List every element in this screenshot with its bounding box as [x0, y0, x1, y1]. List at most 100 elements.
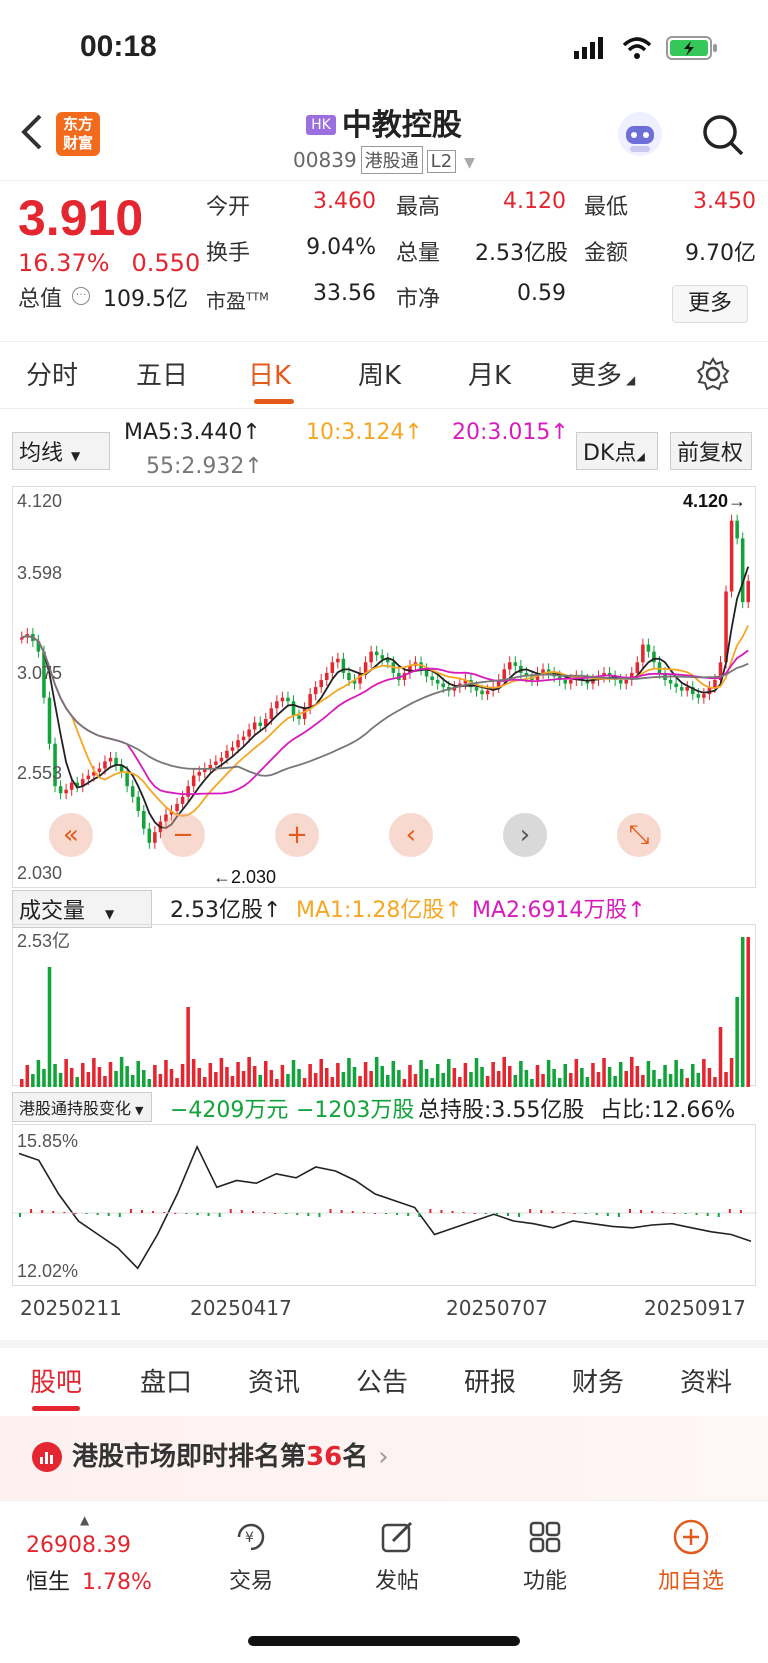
tab-intraday[interactable]: 分时 — [26, 355, 78, 392]
holding-change-bar — [473, 1213, 476, 1214]
tab-announcements[interactable]: 公告 — [356, 1362, 408, 1399]
rewind-button[interactable]: « — [49, 813, 93, 857]
date-tick-3: 20250707 — [446, 1296, 548, 1320]
kline-candle — [252, 722, 257, 730]
volume-selector[interactable]: 成交量 ▼ — [12, 890, 152, 928]
volume-bar — [286, 1074, 290, 1087]
index-ticker[interactable]: ▲ 26908.39 恒生 1.78% — [26, 1513, 176, 1596]
holding-change-bar — [418, 1213, 421, 1217]
tab-research[interactable]: 研报 — [464, 1362, 516, 1399]
assistant-robot-icon[interactable] — [616, 110, 664, 158]
scroll-left-button[interactable]: ‹ — [389, 813, 433, 857]
zoom-in-button[interactable]: + — [275, 813, 319, 857]
last-price: 3.910 — [18, 190, 144, 246]
tab-5day[interactable]: 五日 — [136, 355, 188, 392]
kline-candle — [103, 761, 107, 769]
volume-bar — [25, 1065, 30, 1087]
holding-change-bar — [107, 1213, 110, 1216]
volume-bar — [707, 1068, 712, 1087]
volume-bar — [58, 1073, 63, 1087]
volume-bar — [535, 1065, 540, 1087]
add-watchlist-button[interactable]: 加自选 — [636, 1517, 746, 1595]
holding-y-top: 15.85% — [17, 1131, 79, 1151]
volume-bar — [180, 1064, 185, 1087]
kline-chart[interactable]: 4.120 3.598 3.075 2.553 2.030 4.120→ ←2.… — [12, 486, 756, 888]
ma-selector[interactable]: 均线 ▼ — [12, 432, 110, 470]
post-button[interactable]: 发帖 — [342, 1517, 452, 1595]
volume-bar — [280, 1065, 285, 1087]
volume-bar — [580, 1068, 584, 1087]
holding-change-bar — [85, 1213, 88, 1214]
volume-bar — [230, 1076, 235, 1087]
zoom-out-button[interactable]: − — [161, 813, 205, 857]
holding-chart[interactable]: 15.85% 12.02% — [12, 1124, 757, 1286]
tab-daily-k[interactable]: 日K — [248, 355, 291, 392]
functions-button[interactable]: 功能 — [490, 1517, 600, 1595]
pe-value: 33.56 — [313, 281, 376, 306]
holding-change-bar — [440, 1210, 443, 1213]
volume-bar — [552, 1069, 556, 1087]
info-icon[interactable]: ··· — [72, 287, 90, 305]
volume-bar — [702, 1059, 706, 1087]
scroll-right-button[interactable]: › — [503, 813, 547, 857]
max-marker: 4.120→ — [683, 491, 747, 511]
kline-candle — [729, 520, 734, 592]
volume-bar — [569, 1073, 573, 1087]
quote-panel: 3.910 16.37% 0.550 今开 3.460 最高 4.120 最低 3… — [0, 180, 768, 342]
fullscreen-button[interactable]: ⤡ — [617, 813, 661, 857]
kline-candle — [191, 775, 196, 787]
holding-change-bar — [396, 1213, 399, 1215]
tab-monthly-k[interactable]: 月K — [468, 355, 511, 392]
battery-icon — [666, 36, 717, 60]
yen-cycle-icon: ¥ — [237, 1523, 265, 1551]
kline-candle — [247, 729, 251, 737]
volume-chart[interactable]: 2.53亿 — [12, 924, 756, 1087]
wifi-icon — [622, 37, 652, 59]
kline-candle — [624, 680, 628, 684]
volume-bar — [413, 1074, 418, 1087]
kline-candle — [563, 680, 567, 684]
low-value: 3.450 — [693, 189, 756, 214]
holding-selector[interactable]: 港股通持股变化 ▼ — [12, 1092, 152, 1122]
holding-change-bar — [651, 1211, 654, 1213]
hk-badge: HK — [306, 115, 336, 135]
stock-name: 中教控股 — [341, 108, 462, 143]
volume-bar — [119, 1057, 124, 1087]
volume-bar — [147, 1079, 152, 1087]
tab-profile[interactable]: 资料 — [680, 1362, 732, 1399]
mktcap-value: 109.5亿 — [103, 287, 188, 312]
volume-bar — [630, 1057, 634, 1087]
amount-value: 9.70亿 — [685, 241, 756, 266]
volume-bar — [130, 1075, 135, 1087]
ma55-value: 55:2.932↑ — [146, 454, 263, 479]
holding-change-bar — [584, 1213, 587, 1214]
dk-button[interactable]: DK点◢ — [576, 432, 658, 470]
holding-change-bar — [684, 1213, 687, 1214]
tab-orderbook[interactable]: 盘口 — [140, 1362, 192, 1399]
volume-bar — [203, 1077, 207, 1087]
trade-button[interactable]: ¥ 交易 — [196, 1517, 306, 1595]
holding-y-bottom: 12.02% — [17, 1261, 79, 1281]
tab-more[interactable]: 更多 ◢ — [570, 355, 635, 392]
kline-candle — [86, 775, 91, 780]
tab-news[interactable]: 资讯 — [248, 1362, 300, 1399]
tab-forum[interactable]: 股吧 — [30, 1362, 82, 1399]
volume-bar — [92, 1058, 96, 1087]
kline-candle — [180, 796, 185, 804]
settings-button[interactable] — [696, 357, 730, 395]
search-button[interactable] — [700, 112, 746, 158]
ma55-line — [21, 634, 749, 777]
tab-weekly-k[interactable]: 周K — [358, 355, 401, 392]
volume-bar — [363, 1062, 368, 1087]
more-button[interactable]: 更多 — [672, 285, 748, 323]
adjust-button[interactable]: 前复权 — [670, 432, 752, 470]
volume-bar — [546, 1060, 551, 1087]
volume-bar — [519, 1061, 523, 1087]
rank-banner[interactable]: 港股市场即时排名第36名 › — [0, 1416, 768, 1500]
tab-finance[interactable]: 财务 — [572, 1362, 624, 1399]
volume-bar — [480, 1067, 484, 1087]
volume-bar — [380, 1066, 384, 1087]
volume-bar — [114, 1071, 118, 1087]
kline-candle — [291, 701, 296, 716]
holding-change-bar — [41, 1210, 44, 1213]
